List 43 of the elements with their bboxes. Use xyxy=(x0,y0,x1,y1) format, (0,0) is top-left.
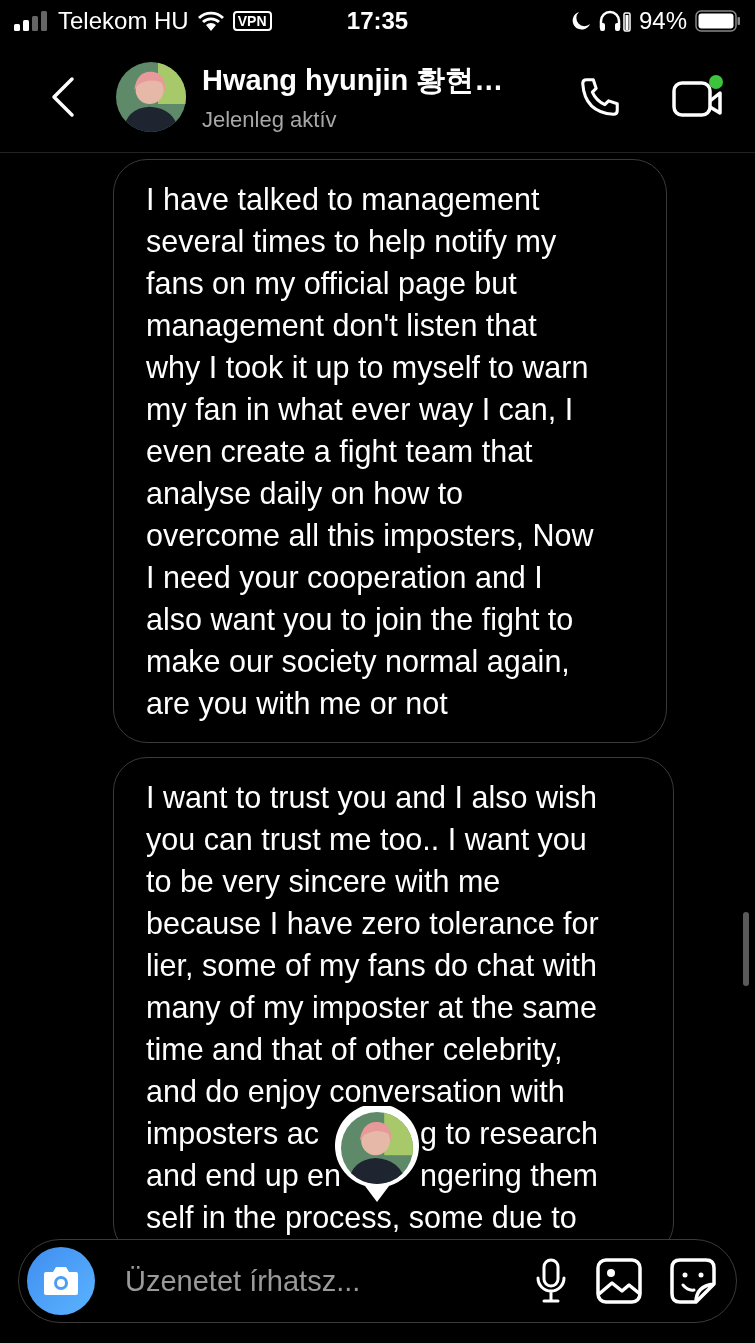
carrier-name: Telekom HU xyxy=(58,7,189,35)
message-text: even create a fight team that xyxy=(146,433,533,471)
contact-name[interactable]: Hwang hyunjin 황현… xyxy=(202,61,577,101)
message-text: why I took it up to myself to warn xyxy=(146,349,589,387)
message-text: many of my imposter at the same xyxy=(146,989,597,1027)
signal-icon xyxy=(14,11,50,31)
message-text: because I have zero tolerance for xyxy=(146,905,599,942)
message-text: and do enjoy conversation with xyxy=(146,1073,565,1111)
moon-icon xyxy=(570,11,591,31)
message-text: and end up en xyxy=(146,1157,342,1195)
headphones-icon xyxy=(598,10,631,32)
battery-percent: 94% xyxy=(638,7,687,35)
message-text: lier, some of my fans do chat with xyxy=(146,947,597,985)
message-text: self in the process, some due to xyxy=(146,1199,577,1237)
wifi-icon xyxy=(196,11,225,31)
message-text: several times to help notify my xyxy=(146,223,557,261)
message-text: are you with me or not xyxy=(146,685,448,723)
microphone-button[interactable] xyxy=(534,1258,568,1304)
message-text: also want you to join the fight to xyxy=(146,601,574,639)
message-text: imposters ac xyxy=(146,1115,319,1153)
back-button[interactable] xyxy=(50,76,76,118)
camera-button[interactable] xyxy=(27,1247,95,1315)
activity-status: Jelenleg aktív xyxy=(202,107,338,133)
sticker-button[interactable] xyxy=(670,1258,716,1304)
message-text: to be very sincere with me xyxy=(146,863,501,901)
message-text: make our society normal again, xyxy=(146,643,570,681)
message-text: I have talked to management xyxy=(146,181,540,219)
message-text: time and that of other celebrity, xyxy=(146,1031,563,1069)
camera-icon xyxy=(42,1265,80,1297)
message-text: overcome all this imposters, Now xyxy=(146,517,594,555)
message-text: my fan in what ever way I can, I xyxy=(146,391,574,429)
message-text: you can trust me too.. I want you xyxy=(146,821,587,859)
message-text: I want to trust you and I also wish xyxy=(146,779,597,817)
message-text: management don't listen that xyxy=(146,307,537,345)
gallery-button[interactable] xyxy=(596,1258,642,1304)
battery-icon xyxy=(695,10,741,32)
message-text: g to research xyxy=(420,1115,598,1153)
message-text: I need your cooperation and I xyxy=(146,559,543,597)
vpn-badge: VPN xyxy=(232,11,272,31)
message-text: ngering them xyxy=(420,1157,599,1195)
message-text: fans on my official page but xyxy=(146,265,517,303)
clock-time: 17:35 xyxy=(346,7,409,35)
message-text: analyse daily on how to xyxy=(146,475,464,513)
